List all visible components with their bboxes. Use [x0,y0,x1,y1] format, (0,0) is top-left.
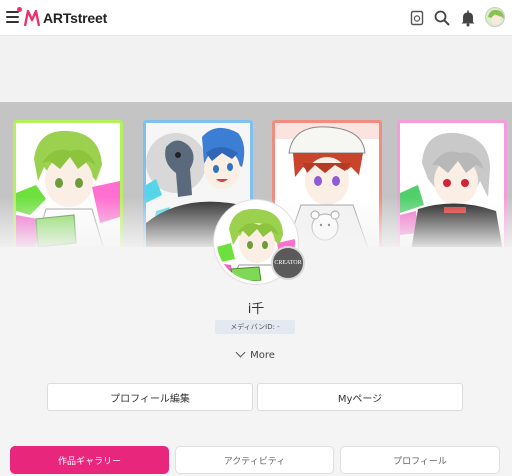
user-avatar[interactable] [485,7,505,27]
chevron-down-icon [235,347,246,358]
more-label: More [250,350,275,361]
profile-username: i千 [247,302,265,317]
top-header: ARTstreet [0,0,512,36]
tab-gallery[interactable]: 作品ギャラリー [10,446,169,474]
creator-badge: CREATOR [271,246,305,280]
my-page-button[interactable]: Myページ [257,383,463,411]
hamburger-menu-icon[interactable] [6,11,19,23]
artstreet-logo[interactable]: ARTstreet [24,8,107,28]
logo-text: ARTstreet [43,10,108,26]
artstreet-logo-icon [24,9,40,26]
avatar-image [486,8,504,26]
ad-space [0,37,512,102]
creator-badge-text: CREATOR [274,260,302,266]
search-icon[interactable] [433,9,451,27]
more-toggle[interactable]: More [0,347,512,361]
medibang-id-label: メディバンID: - [215,320,295,334]
tab-activity[interactable]: アクティビティ [175,446,334,474]
tab-profile[interactable]: プロフィール [340,446,500,474]
bell-icon[interactable] [459,9,477,27]
tag-icon[interactable] [408,9,426,27]
edit-profile-button[interactable]: プロフィール編集 [47,383,253,411]
notification-dot [17,7,22,12]
